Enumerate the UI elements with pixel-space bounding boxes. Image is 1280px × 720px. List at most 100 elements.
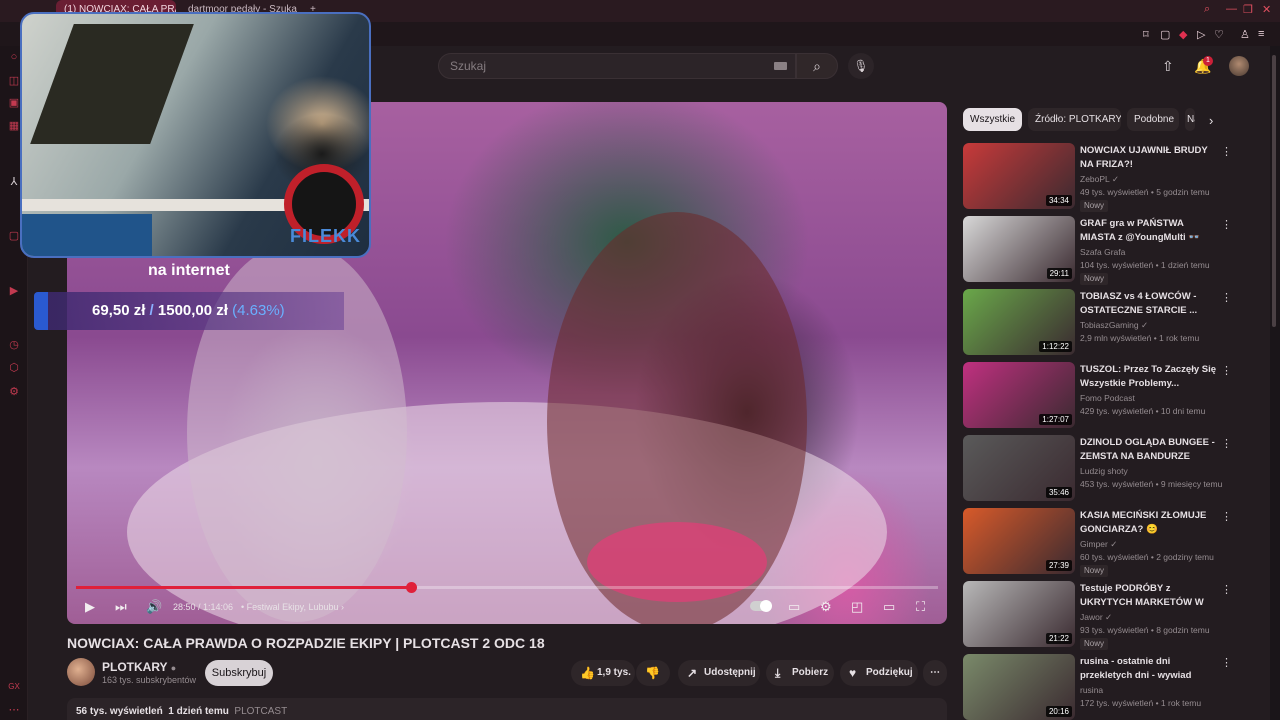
upload-icon[interactable]: ⇧ <box>1162 58 1174 75</box>
more-vertical-icon[interactable]: ⋮ <box>1221 291 1232 304</box>
recommendation-item[interactable]: 1:12:22 TOBIASZ vs 4 ŁOWCÓW - OSTATECZNE … <box>963 289 1235 357</box>
subscribe-button[interactable]: Subskrybuj <box>205 660 273 686</box>
progress-bar[interactable] <box>76 582 938 593</box>
player-icon[interactable]: ▷ <box>1197 28 1205 41</box>
search-input[interactable]: Szukaj <box>438 53 796 79</box>
share-icon: ↗ <box>687 666 698 680</box>
twitch-icon[interactable]: ▢ <box>7 229 21 243</box>
play-circle-icon[interactable]: ▶ <box>7 284 21 298</box>
heart-icon[interactable]: ♡ <box>1214 28 1224 41</box>
more-vertical-icon[interactable]: ⋮ <box>1221 145 1232 158</box>
fullscreen-icon[interactable]: ⛶ <box>916 599 925 615</box>
recommendation-item[interactable]: 21:22 Testuje PODRÓBY z UKRYTYCH MARKETÓW… <box>963 581 1235 650</box>
recommendation-item[interactable]: 1:27:07 TUSZOL: Przez To Zaczęły Się Wszy… <box>963 362 1235 430</box>
bag-icon[interactable]: ◫ <box>7 74 21 88</box>
description-box[interactable]: 56 tys. wyświetleń 1 dzień temu PLOTCAST <box>67 698 947 720</box>
thumbs-down-icon: 👎 <box>645 666 660 680</box>
close-icon[interactable]: ✕ <box>1262 3 1271 16</box>
video-title: NOWCIAX: CAŁA PRAWDA O ROZPADZIE EKIPY |… <box>67 635 545 651</box>
chip-related[interactable]: Podobne <box>1127 108 1179 131</box>
recommendation-channel[interactable]: Ludzig shoty <box>1080 466 1128 476</box>
recommendation-thumbnail[interactable]: 34:34 <box>963 143 1075 209</box>
more-vertical-icon[interactable]: ⋮ <box>1221 583 1232 596</box>
recommendation-item[interactable]: 34:34 NOWCIAX UJAWNIŁ BRUDY NA FRIZA?! Zeb… <box>963 143 1235 212</box>
recommendation-title[interactable]: TOBIASZ vs 4 ŁOWCÓW - OSTATECZNE STARCIE… <box>1080 290 1218 318</box>
recommendation-title[interactable]: TUSZOL: Przez To Zaczęły Się Wszystkie P… <box>1080 363 1218 391</box>
recommendation-channel[interactable]: TobiaszGaming ✓ <box>1080 320 1148 331</box>
messenger-icon[interactable]: ▦ <box>7 119 21 133</box>
more-vertical-icon[interactable]: ⋮ <box>1221 437 1232 450</box>
more-vertical-icon[interactable]: ⋮ <box>1221 656 1232 669</box>
recommendation-title[interactable]: rusina - ostatnie dni przekletych dni - … <box>1080 655 1218 683</box>
search-tabs-icon[interactable]: ⌕ <box>1204 3 1210 16</box>
profile-icon[interactable]: ♙ <box>1240 28 1250 41</box>
channel-name[interactable]: PLOTKARY ● <box>102 660 176 674</box>
bookmark-icon[interactable]: ⌑ <box>1143 28 1149 41</box>
recommendation-thumbnail[interactable]: 21:22 <box>963 581 1075 647</box>
recommendation-item[interactable]: 20:16 rusina - ostatnie dni przekletych d… <box>963 654 1235 720</box>
more-vertical-icon[interactable]: ⋮ <box>1221 510 1232 523</box>
chapter-label[interactable]: • Festiwal Ekipy, Lububu › <box>241 602 344 612</box>
hashtag[interactable]: PLOTCAST <box>234 706 287 717</box>
recommendation-channel[interactable]: Jawor ✓ <box>1080 612 1112 623</box>
add-icon[interactable]: ○ <box>7 50 21 64</box>
cube-icon[interactable]: ⬡ <box>7 361 21 375</box>
scrollbar[interactable] <box>1272 55 1276 327</box>
account-avatar[interactable] <box>1229 56 1249 76</box>
recommendation-thumbnail[interactable]: 35:46 <box>963 435 1075 501</box>
more-actions-button[interactable]: ⋯ <box>923 660 947 686</box>
recommendation-title[interactable]: GRAF gra w PAŃSTWA MIASTA z @YoungMulti … <box>1080 217 1218 245</box>
recommendation-item[interactable]: 27:39 KASIA MECIŃSKI ZŁOMUJE GONCIARZA? 😊… <box>963 508 1235 577</box>
recommendation-item[interactable]: 29:11 GRAF gra w PAŃSTWA MIASTA z @YoungM… <box>963 216 1235 285</box>
snapshot-icon[interactable]: ▢ <box>1160 28 1170 41</box>
download-button[interactable]: ⤓ Pobierz <box>766 660 834 686</box>
maximize-icon[interactable]: ❐ <box>1243 3 1253 16</box>
like-button[interactable]: 👍 1,9 tys. <box>571 660 635 686</box>
recommendation-channel[interactable]: rusina <box>1080 685 1103 695</box>
recommendation-thumbnail[interactable]: 29:11 <box>963 216 1075 282</box>
recommendation-thumbnail[interactable]: 1:12:22 <box>963 289 1075 355</box>
chip-source[interactable]: Źródło: PLOTKARY <box>1028 108 1121 131</box>
more-vertical-icon[interactable]: ⋮ <box>1221 218 1232 231</box>
chip-all[interactable]: Wszystkie <box>963 108 1022 131</box>
recommendation-thumbnail[interactable]: 27:39 <box>963 508 1075 574</box>
recommendation-title[interactable]: DZINOLD OGLĄDA BUNGEE - ZEMSTA NA BANDUR… <box>1080 436 1218 464</box>
keyboard-icon[interactable] <box>774 62 787 70</box>
recommendation-channel[interactable]: ZeboPL ✓ <box>1080 174 1119 185</box>
more-icon[interactable]: ⋯ <box>7 703 21 717</box>
settings-gear-icon[interactable]: ⚙ <box>820 599 832 615</box>
gx-icon[interactable]: GX <box>7 680 21 694</box>
recommendation-thumbnail[interactable]: 1:27:07 <box>963 362 1075 428</box>
history-icon[interactable]: ◷ <box>7 338 21 352</box>
recommendation-title[interactable]: Testuje PODRÓBY z UKRYTYCH MARKETÓW W AZ… <box>1080 582 1218 610</box>
gamepad-icon[interactable]: ▣ <box>7 96 21 110</box>
more-vertical-icon[interactable]: ⋮ <box>1221 364 1232 377</box>
volume-icon[interactable]: 🔊 <box>146 599 162 615</box>
play-icon[interactable]: ▶ <box>85 599 95 615</box>
chip-more[interactable]: Na <box>1185 108 1195 131</box>
recommendation-channel[interactable]: Fomo Podcast <box>1080 393 1135 403</box>
recommendation-thumbnail[interactable]: 20:16 <box>963 654 1075 720</box>
menu-icon[interactable]: ≡ <box>1258 28 1264 40</box>
recommendation-channel[interactable]: Szafa Grafa <box>1080 247 1125 257</box>
next-icon[interactable]: ⏭ <box>115 599 127 615</box>
miniplayer-icon[interactable]: ◰ <box>851 599 863 615</box>
tools-icon[interactable]: ⅄ <box>7 175 21 189</box>
settings-icon[interactable]: ⚙ <box>7 385 21 399</box>
recommendation-title[interactable]: NOWCIAX UJAWNIŁ BRUDY NA FRIZA?! <box>1080 144 1218 172</box>
subtitles-icon[interactable]: ▭ <box>788 599 800 615</box>
minimize-icon[interactable]: — <box>1226 3 1237 15</box>
search-button[interactable]: ⌕ <box>796 53 838 79</box>
channel-avatar[interactable] <box>67 658 95 686</box>
theater-icon[interactable]: ▭ <box>883 599 895 615</box>
shield-icon[interactable]: ◆ <box>1179 28 1187 41</box>
share-button[interactable]: ↗ Udostępnij <box>678 660 760 686</box>
voice-search-button[interactable]: 🎙 <box>848 53 874 79</box>
thanks-button[interactable]: ♥ Podziękuj <box>840 660 918 686</box>
recommendation-title[interactable]: KASIA MECIŃSKI ZŁOMUJE GONCIARZA? 😊 <box>1080 509 1218 537</box>
recommendation-channel[interactable]: Gimper ✓ <box>1080 539 1117 550</box>
chevron-right-icon[interactable]: › <box>1209 113 1213 128</box>
dislike-button[interactable]: 👎 <box>636 660 670 686</box>
autoplay-toggle[interactable] <box>750 600 772 612</box>
recommendation-item[interactable]: 35:46 DZINOLD OGLĄDA BUNGEE - ZEMSTA NA B… <box>963 435 1235 503</box>
